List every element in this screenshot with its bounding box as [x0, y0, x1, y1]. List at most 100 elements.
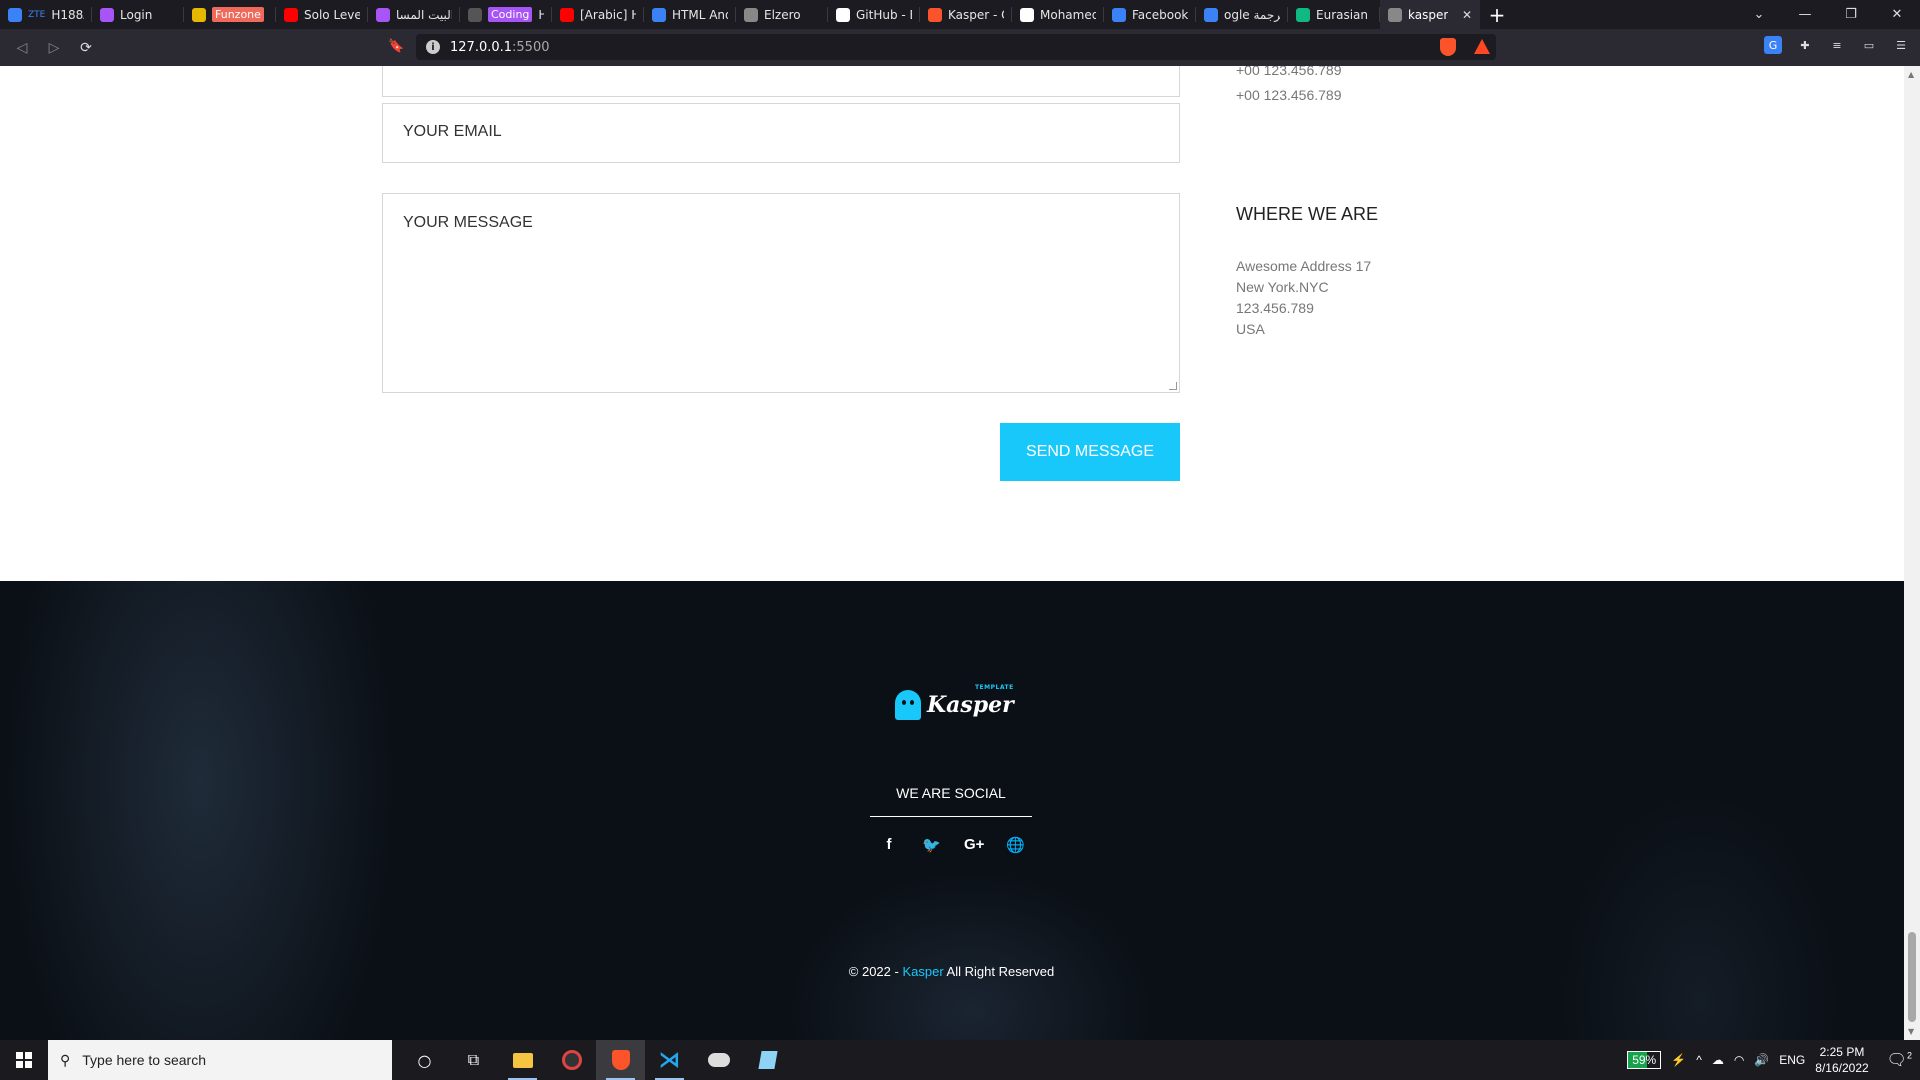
twitter-icon[interactable]: 🐦 [922, 836, 941, 854]
brave-shields-icon[interactable] [1440, 38, 1456, 56]
scrollbar-thumb[interactable] [1908, 932, 1916, 1022]
tab-label: Home - Eg [538, 7, 544, 22]
tab-2[interactable]: FunzoneBaki-Dou ( [184, 0, 276, 29]
tab-1[interactable]: Login [92, 0, 184, 29]
tab-5[interactable]: Coding Home - Eg [460, 0, 552, 29]
tab-label: HTML And [672, 7, 728, 22]
zte-icon [8, 7, 22, 22]
media-playlist-icon[interactable]: ≡ [1828, 36, 1846, 54]
clock[interactable]: 2:25 PM 8/16/2022 [1815, 1044, 1868, 1076]
cortana-icon[interactable]: ○ [400, 1040, 449, 1080]
subject-field-edge[interactable] [382, 66, 1180, 97]
tab-label: ogle ترجمة [1224, 7, 1280, 22]
tab-0[interactable]: ZTE H188A [0, 0, 92, 29]
tab-label: GitHub - E [856, 7, 912, 22]
scroll-up-icon[interactable]: ▲ [1908, 70, 1914, 79]
tab-7[interactable]: HTML And [644, 0, 736, 29]
tab-list-chevron-icon[interactable]: ⌄ [1736, 0, 1782, 29]
minimize-button[interactable]: — [1782, 0, 1828, 29]
tab-strip: ZTE H188A Login FunzoneBaki-Dou (Solo Level… [0, 0, 1480, 29]
restore-button[interactable]: ❐ [1828, 0, 1874, 29]
site-info-icon[interactable]: i [426, 40, 440, 54]
tab-4[interactable]: البيت المسا [368, 0, 460, 29]
tab-6[interactable]: [Arabic] HT [552, 0, 644, 29]
wallet-icon[interactable]: ▭ [1860, 36, 1878, 54]
tab-group-pill[interactable]: Funzone [212, 7, 264, 22]
volume-icon[interactable]: 🔊 [1754, 1053, 1769, 1067]
phone-text-top: +00 123.456.789 [1236, 66, 1342, 78]
notepad-icon[interactable] [743, 1040, 792, 1080]
obs-icon[interactable] [547, 1040, 596, 1080]
bookmark-icon[interactable]: 🔖 [388, 39, 404, 54]
message-textarea[interactable]: YOUR MESSAGE [382, 193, 1180, 393]
google-plus-icon[interactable]: G+ [964, 836, 984, 854]
tab-label: البيت المسا [396, 7, 452, 22]
taskbar-apps: ○ ⧉ ⋊ [400, 1040, 792, 1080]
translate-extension-icon[interactable]: G [1764, 36, 1782, 54]
social-divider [870, 816, 1032, 817]
textarea-resize-handle[interactable] [1169, 382, 1177, 390]
close-tab-icon[interactable]: ✕ [1462, 8, 1472, 22]
address-line: Awesome Address 17 [1236, 258, 1372, 274]
taskbar-search[interactable]: ⚲ Type here to search [48, 1040, 392, 1080]
menu-icon[interactable]: ☰ [1892, 36, 1910, 54]
toolbar-extensions: G ✚ ≡ ▭ ☰ [1764, 36, 1910, 54]
brave-rewards-icon[interactable] [1474, 39, 1490, 54]
email-field[interactable]: YOUR EMAIL [382, 103, 1180, 163]
tab-8[interactable]: Elzero [736, 0, 828, 29]
tab-group-pill[interactable]: Coding [488, 7, 533, 22]
send-message-button[interactable]: SEND MESSAGE [1000, 423, 1180, 481]
cloud-app-icon[interactable] [694, 1040, 743, 1080]
tab-label: H188A [51, 7, 84, 22]
copyright: © 2022 - Kasper All Right Reserved [800, 964, 1103, 979]
browser-tabbar: ZTE H188A Login FunzoneBaki-Dou (Solo Level… [0, 0, 1920, 29]
address-line: New York.NYC [1236, 279, 1329, 295]
tab-10[interactable]: Kasper - O [920, 0, 1012, 29]
tab-13[interactable]: ogle ترجمة [1196, 0, 1288, 29]
vscode-icon[interactable]: ⋊ [645, 1040, 694, 1080]
browser-toolbar: ◁ ▷ ⟳ 🔖 i 127.0.0.1:5500 [0, 29, 1920, 66]
back-button[interactable]: ◁ [6, 32, 38, 64]
forward-button[interactable]: ▷ [38, 32, 70, 64]
tab-14[interactable]: Eurasian P [1288, 0, 1380, 29]
language-indicator[interactable]: ENG [1779, 1053, 1805, 1067]
tab-9[interactable]: GitHub - E [828, 0, 920, 29]
new-tab-button[interactable]: + [1480, 0, 1514, 29]
translate-icon [1204, 7, 1218, 22]
message-placeholder: YOUR MESSAGE [403, 214, 533, 231]
facebook-icon[interactable]: f [880, 836, 898, 854]
file-explorer-icon[interactable] [498, 1040, 547, 1080]
youtube-icon [560, 7, 574, 22]
close-window-button[interactable]: ✕ [1874, 0, 1920, 29]
tray-chevron-icon[interactable]: ^ [1696, 1053, 1702, 1067]
search-placeholder: Type here to search [82, 1052, 207, 1068]
footer-logo[interactable]: TEMPLATE Kasper [895, 684, 1014, 720]
battery-indicator[interactable]: 59% [1627, 1051, 1662, 1069]
tab-3[interactable]: Solo Leveli [276, 0, 368, 29]
onedrive-icon[interactable]: ☁ [1712, 1053, 1724, 1067]
tab-15[interactable]: kasper ✕ [1380, 0, 1480, 29]
page-icon [468, 7, 482, 22]
globe-icon[interactable]: 🌐 [1006, 836, 1025, 854]
tab-11[interactable]: Mohamed [1012, 0, 1104, 29]
address-bar[interactable]: i 127.0.0.1:5500 [416, 34, 1496, 60]
address-line: USA [1236, 321, 1265, 337]
tab-label: Mohamed [1040, 7, 1096, 22]
extensions-puzzle-icon[interactable]: ✚ [1796, 36, 1814, 54]
notifications-icon[interactable]: 🗨2 [1887, 1050, 1912, 1070]
email-placeholder: YOUR EMAIL [403, 123, 502, 140]
url-text: 127.0.0.1:5500 [450, 40, 550, 55]
page-scrollbar[interactable]: ▲ ▼ [1904, 66, 1920, 1040]
task-view-icon[interactable]: ⧉ [449, 1040, 498, 1080]
wifi-icon[interactable]: ◠ [1734, 1053, 1744, 1067]
taskbar: ⚲ Type here to search ○ ⧉ ⋊ 59% ⚡ ^ ☁ ◠ … [0, 1040, 1920, 1080]
reload-button[interactable]: ⟳ [70, 32, 102, 64]
start-button[interactable] [0, 1040, 48, 1080]
tab-label: Elzero [764, 7, 801, 22]
logo-text: TEMPLATE Kasper [927, 684, 1014, 718]
copyright-brand-link[interactable]: Kasper [902, 964, 943, 979]
tab-12[interactable]: Facebook [1104, 0, 1196, 29]
scroll-down-icon[interactable]: ▼ [1908, 1027, 1914, 1036]
brave-taskbar-icon[interactable] [596, 1040, 645, 1080]
e-icon [652, 7, 666, 22]
